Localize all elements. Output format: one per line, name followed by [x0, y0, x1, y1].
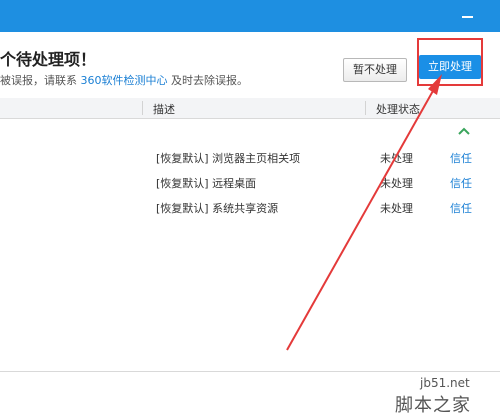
- trust-link[interactable]: 信任: [450, 150, 472, 166]
- subtitle-prefix: 被误报，请联系: [0, 74, 77, 87]
- column-divider: [142, 101, 143, 115]
- column-header-description: 描述: [153, 103, 175, 116]
- ignore-for-now-button[interactable]: 暂不处理: [343, 58, 407, 82]
- row-description: [恢复默认] 浏览器主页相关项: [156, 152, 301, 165]
- table-header: 描述 处理状态: [0, 98, 500, 119]
- watermark-url: jb51.net: [420, 376, 470, 390]
- row-description: [恢复默认] 系统共享资源: [156, 202, 279, 215]
- row-status: 未处理: [380, 152, 413, 165]
- column-header-status: 处理状态: [376, 103, 420, 116]
- table-row: [恢复默认] 系统共享资源 未处理 信任: [0, 200, 500, 220]
- page-title: 个待处理项！: [0, 50, 97, 69]
- table-row: [恢复默认] 浏览器主页相关项 未处理 信任: [0, 150, 500, 170]
- detection-center-link[interactable]: 360软件检测中心: [81, 74, 168, 87]
- watermark-logo: 脚本之家: [395, 395, 471, 416]
- footer-divider: [0, 371, 500, 372]
- title-bar: [0, 0, 500, 32]
- trust-link[interactable]: 信任: [450, 200, 472, 216]
- chevron-up-icon[interactable]: [457, 124, 471, 138]
- handle-now-button[interactable]: 立即处理: [419, 55, 481, 79]
- table-row: [恢复默认] 远程桌面 未处理 信任: [0, 175, 500, 195]
- subtitle-suffix: 及时去除误报。: [171, 74, 248, 87]
- column-divider: [365, 101, 366, 115]
- row-description: [恢复默认] 远程桌面: [156, 177, 257, 190]
- trust-link[interactable]: 信任: [450, 175, 472, 191]
- minimize-button[interactable]: [456, 6, 478, 26]
- row-status: 未处理: [380, 202, 413, 215]
- minimize-icon: [462, 16, 473, 18]
- row-status: 未处理: [380, 177, 413, 190]
- header-subtitle: 被误报，请联系 360软件检测中心 及时去除误报。: [0, 72, 248, 88]
